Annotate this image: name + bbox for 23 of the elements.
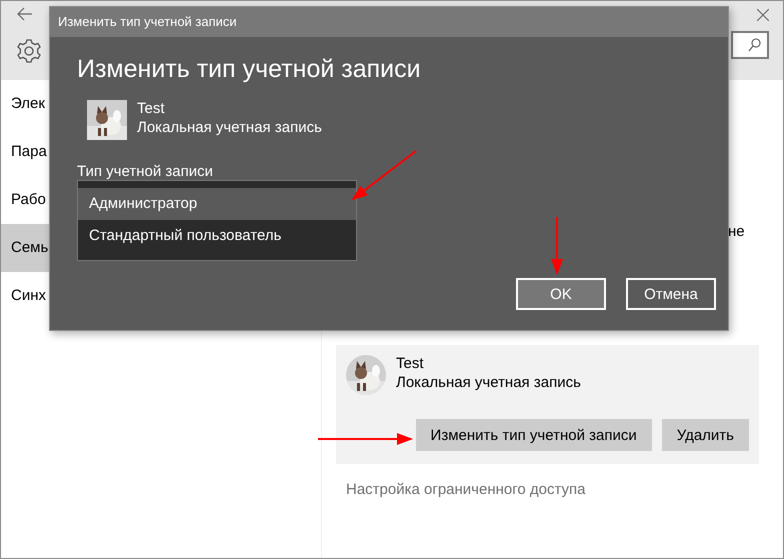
search-field[interactable] <box>731 31 769 59</box>
annotation-arrow <box>551 217 563 275</box>
annotation-arrow <box>351 150 417 200</box>
dialog-title: Изменить тип учетной записи <box>50 7 728 37</box>
dropdown-option[interactable]: Администратор <box>78 188 356 220</box>
account-name: Test <box>396 355 425 372</box>
field-label: Тип учетной записи <box>77 164 214 180</box>
description-text: не <box>728 223 745 240</box>
dialog-button[interactable]: Отмена <box>626 278 716 310</box>
account-button[interactable]: Удалить <box>662 419 749 451</box>
user-name: Test <box>137 100 166 117</box>
dropdown-option[interactable]: Стандартный пользователь <box>78 220 356 252</box>
account-type: Локальная учетная запись <box>396 374 581 391</box>
close-icon[interactable] <box>757 9 769 21</box>
restricted-access-link[interactable]: Настройка ограниченного доступа <box>346 481 586 498</box>
search-icon <box>748 38 761 52</box>
dialog-button[interactable]: OK <box>516 278 606 310</box>
user-account-type: Локальная учетная запись <box>137 119 322 136</box>
account-button[interactable]: Изменить тип учетной записи <box>416 419 652 451</box>
settings-icon <box>17 39 41 63</box>
dialog-heading: Изменить тип учетной записи <box>77 55 422 84</box>
dropdown-list[interactable]: Администратор Стандартный пользователь <box>77 180 357 261</box>
back-arrow-icon[interactable] <box>17 7 33 21</box>
